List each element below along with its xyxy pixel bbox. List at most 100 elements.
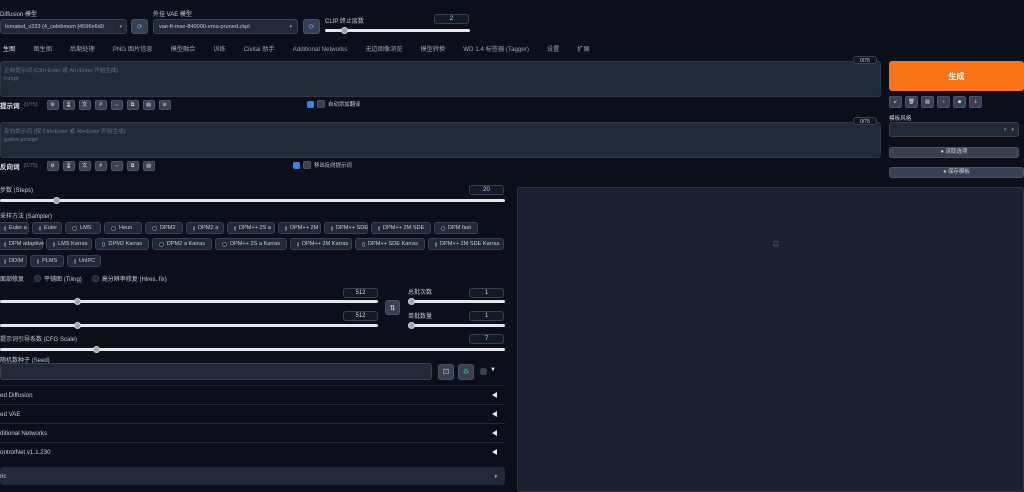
palette-icon[interactable]: ●	[937, 96, 950, 108]
sampler-option[interactable]: DPM2 Karras	[95, 238, 149, 250]
radio-icon[interactable]	[297, 241, 299, 247]
tab-4[interactable]: 模型融合	[162, 43, 205, 57]
radio-icon[interactable]	[4, 258, 6, 264]
radio-icon[interactable]	[234, 225, 236, 231]
vae-select[interactable]: vae-ft-mse-840000-ema-pruned.ckpt ▾	[153, 19, 298, 34]
radio-icon[interactable]	[331, 225, 333, 231]
width-value[interactable]: 512	[343, 288, 378, 298]
slider-knob[interactable]	[74, 298, 81, 305]
refresh-model-button[interactable]: ⟳	[131, 19, 148, 34]
accordion-item[interactable]: ditional Networks	[0, 423, 505, 442]
copy-icon[interactable]: ⧉	[126, 160, 139, 171]
tab-6[interactable]: Civitai 助手	[235, 43, 284, 57]
sampler-option[interactable]: DPM++ 2M Karras	[290, 238, 352, 250]
radio-icon[interactable]	[4, 241, 6, 247]
radio-icon[interactable]	[362, 241, 365, 247]
sampler-option[interactable]: PLMS	[30, 255, 64, 267]
sampler-option[interactable]: LMS	[65, 222, 101, 234]
arrow-icon[interactable]: ↙	[889, 96, 902, 108]
seed-input[interactable]	[0, 363, 432, 380]
sampler-option[interactable]: DPM++ 2S a Karras	[215, 238, 287, 250]
model-select[interactable]: tomated_v333 (4_celebmom [4596e6d0 ▾	[0, 19, 127, 34]
accordion-item[interactable]: ed VAE	[0, 404, 505, 423]
batch-count-value[interactable]: 1	[469, 288, 504, 298]
checkbox-icon[interactable]	[307, 100, 314, 108]
radio-icon[interactable]	[39, 225, 41, 231]
sampler-option[interactable]: DPM++ SDE	[324, 222, 368, 234]
clipboard-icon[interactable]: ▤	[142, 160, 155, 171]
apply-style-button[interactable]: ● 读取选项	[889, 147, 1019, 158]
radio-icon[interactable]	[222, 241, 227, 247]
radio-icon[interactable]	[102, 241, 106, 247]
sampler-option[interactable]: DPM++ 2S a	[227, 222, 275, 234]
height-slider[interactable]	[0, 322, 378, 329]
reuse-seed-button[interactable]: ♻	[458, 364, 474, 380]
sampler-option[interactable]: Euler a	[0, 222, 29, 234]
sampler-option[interactable]: DPM fast	[434, 222, 478, 234]
sampler-option[interactable]: UniPC	[67, 255, 101, 267]
radio-icon[interactable]	[159, 241, 164, 247]
settings-icon[interactable]: ⚙	[46, 160, 59, 171]
tab-9[interactable]: 模型转换	[411, 43, 454, 57]
negative-prompt-textarea[interactable]: 反向提示词 (按 Ctrl+Enter 或 Alt+Enter 开始生成) ga…	[0, 122, 881, 158]
tab-11[interactable]: 设置	[538, 43, 568, 57]
sampler-option[interactable]: DPM++ 2M SDE	[371, 222, 431, 234]
radio-icon[interactable]	[53, 241, 55, 247]
refresh-vae-button[interactable]: ⟳	[303, 19, 320, 34]
radio-icon[interactable]	[285, 225, 287, 231]
clip-skip-slider[interactable]	[325, 27, 470, 34]
radio-icon[interactable]	[441, 225, 445, 231]
prompt-textarea[interactable]: 正向提示词 (Ctrl+Enter 或 Alt+Enter 开始生成) romp…	[0, 61, 881, 97]
copy-icon[interactable]: ⧉	[126, 99, 139, 110]
translate-icon[interactable]: 文	[78, 99, 91, 110]
tab-2[interactable]: 后期处理	[61, 43, 104, 57]
sampler-option[interactable]: DPM++ SDE Karras	[355, 238, 425, 250]
tab-1[interactable]: 图生图	[24, 43, 61, 57]
caret-down-icon[interactable]: ▼	[490, 367, 496, 373]
swap-dimensions-button[interactable]: ⇅	[385, 300, 400, 315]
slider-knob[interactable]	[93, 346, 100, 353]
batch-size-slider[interactable]	[408, 322, 505, 329]
tab-12[interactable]: 扩展	[568, 43, 598, 57]
tag-icon[interactable]: #	[94, 160, 107, 171]
slider-knob[interactable]	[53, 197, 60, 204]
user-icon[interactable]: ♟	[969, 96, 982, 108]
generate-button[interactable]: 生成	[889, 61, 1024, 91]
height-value[interactable]: 512	[343, 311, 378, 321]
hires-checkbox[interactable]: 高分辨率修复 (Hires. fix)	[91, 274, 167, 283]
trash-icon[interactable]: ⊘	[158, 99, 171, 110]
radio-icon[interactable]	[152, 225, 157, 231]
radio-icon[interactable]	[111, 225, 116, 231]
clipboard-icon[interactable]: ▤	[142, 99, 155, 110]
split-icon[interactable]: ⇔	[110, 99, 123, 110]
radio-icon[interactable]	[72, 225, 77, 231]
prompt-translate-checkbox[interactable]: 自动添加翻译	[307, 100, 360, 108]
tab-3[interactable]: PNG 图片信息	[104, 43, 162, 57]
sampler-option[interactable]: DPM2 a Karras	[152, 238, 212, 250]
radio-icon[interactable]	[435, 241, 437, 247]
sampler-option[interactable]: DDIM	[0, 255, 27, 267]
steps-slider[interactable]	[0, 197, 505, 204]
sampler-option[interactable]: Euler	[32, 222, 62, 234]
checkbox-icon[interactable]	[91, 275, 99, 282]
accordion-item[interactable]: ric ▾	[0, 467, 505, 485]
slider-knob[interactable]	[408, 322, 415, 329]
tab-7[interactable]: Additional Networks	[284, 43, 357, 57]
batch-size-value[interactable]: 1	[469, 311, 504, 321]
sampler-option[interactable]: DPM2 a	[186, 222, 224, 234]
cfg-slider[interactable]	[0, 346, 505, 353]
cfg-value[interactable]: 7	[469, 334, 504, 344]
slider-knob[interactable]	[341, 27, 348, 34]
tab-0[interactable]: 生图	[0, 43, 24, 57]
radio-icon[interactable]	[74, 258, 76, 264]
checkbox-icon[interactable]	[34, 275, 42, 282]
clipboard-icon[interactable]: ▤	[921, 96, 934, 108]
sampler-option[interactable]: DPM2	[145, 222, 183, 234]
styles-select[interactable]: × ▾	[889, 122, 1019, 137]
accordion-item[interactable]: ed Diffusion	[0, 385, 505, 404]
translate-icon[interactable]: 文	[78, 160, 91, 171]
batch-count-slider[interactable]	[408, 298, 505, 305]
history-icon[interactable]: ⌛	[62, 99, 75, 110]
tab-5[interactable]: 训练	[204, 43, 234, 57]
width-slider[interactable]	[0, 298, 378, 305]
